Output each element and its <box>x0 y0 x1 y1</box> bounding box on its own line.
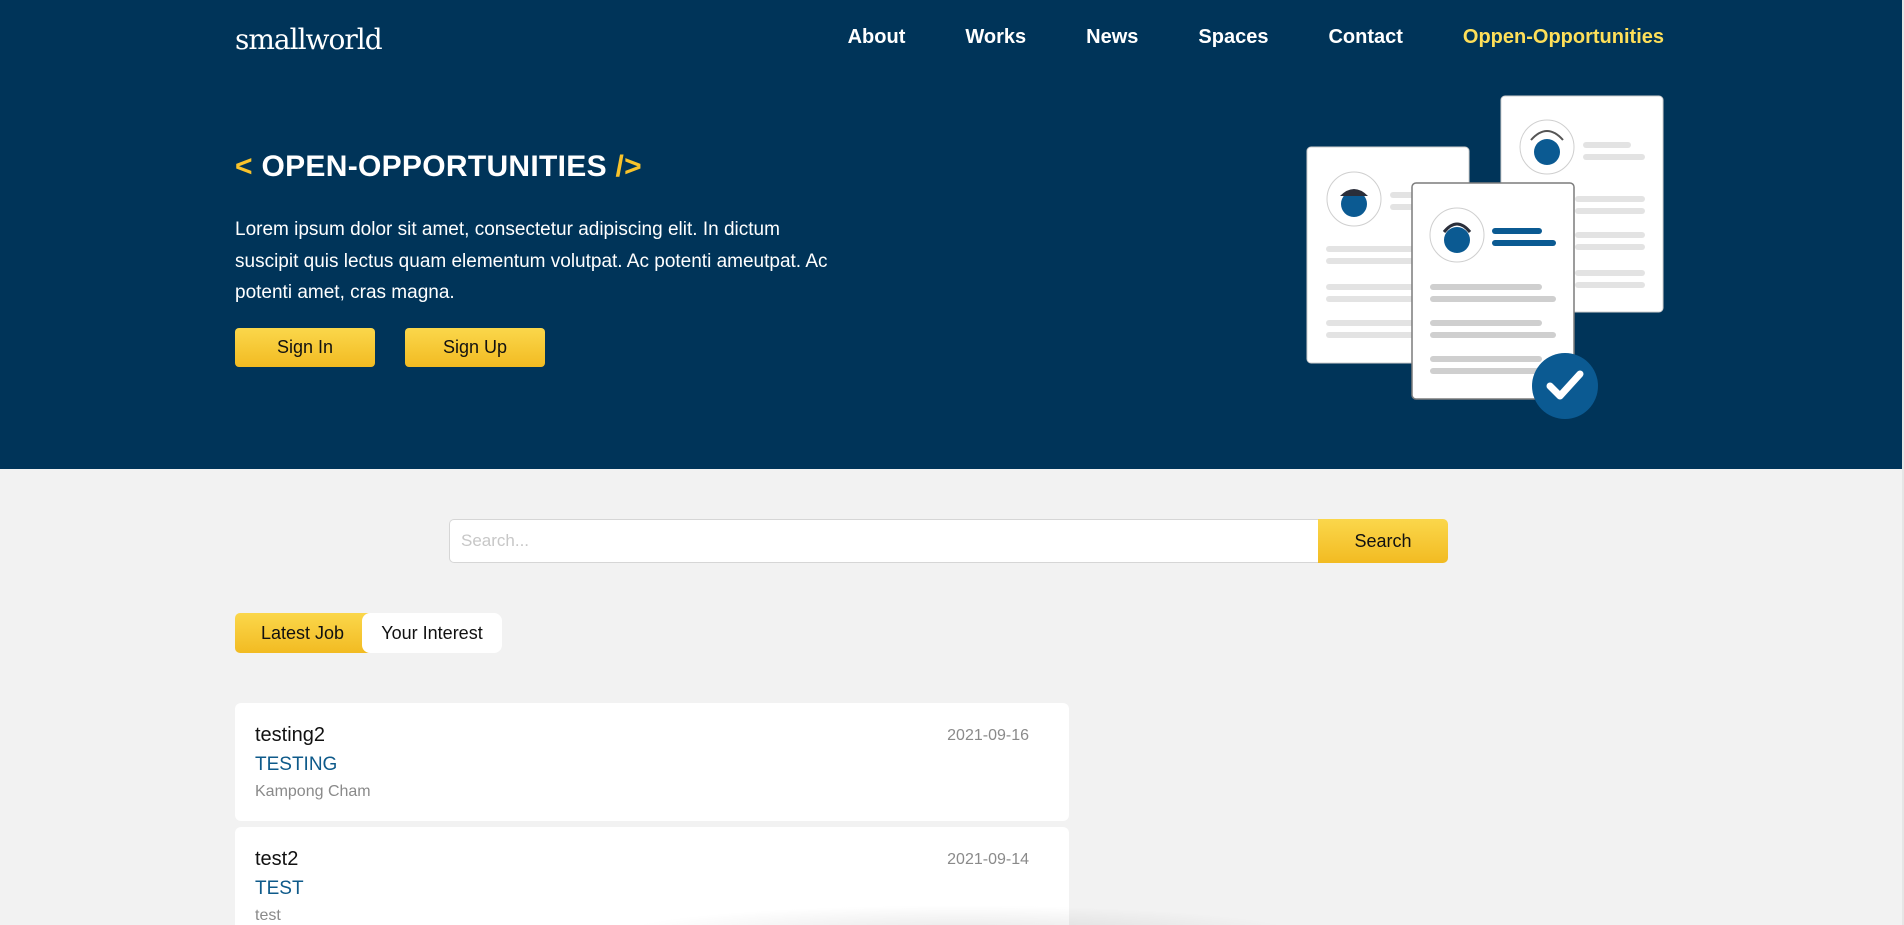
nav-works[interactable]: Works <box>965 24 1026 50</box>
nav-about[interactable]: About <box>848 24 906 50</box>
search-button[interactable]: Search <box>1318 519 1448 563</box>
logo[interactable]: smallworld <box>235 6 383 56</box>
job-tabs: Latest Job Your Interest <box>235 613 502 653</box>
job-location: test <box>255 907 281 924</box>
job-card[interactable]: testing2 2021-09-16 TESTING Kampong Cham <box>235 703 1069 821</box>
job-date: 2021-09-14 <box>947 851 1029 868</box>
title-bracket-close: /> <box>615 150 643 183</box>
sign-up-button[interactable]: Sign Up <box>405 328 545 367</box>
nav-oppen-opportunities[interactable]: Oppen-Opportunities <box>1463 24 1664 50</box>
job-title: test2 <box>255 848 299 870</box>
job-company: TEST <box>255 878 304 899</box>
page-title: < OPEN-OPPORTUNITIES /> <box>235 150 642 184</box>
job-location: Kampong Cham <box>255 783 371 800</box>
main-nav: About Works News Spaces Contact Oppen-Op… <box>788 24 1664 50</box>
sign-in-button[interactable]: Sign In <box>235 328 375 367</box>
tab-your-interest[interactable]: Your Interest <box>362 613 502 653</box>
job-title: testing2 <box>255 724 326 746</box>
job-company: TESTING <box>255 754 338 775</box>
resume-documents-illustration <box>1306 95 1664 419</box>
title-text: OPEN-OPPORTUNITIES <box>261 150 607 183</box>
logo-text: smallworld <box>235 23 383 56</box>
tab-latest-job[interactable]: Latest Job <box>235 613 370 653</box>
nav-news[interactable]: News <box>1086 24 1138 50</box>
check-badge-icon <box>1532 353 1598 419</box>
title-bracket-open: < <box>235 150 253 183</box>
search-input[interactable] <box>449 519 1318 563</box>
search-bar: Search <box>449 519 1448 563</box>
nav-spaces[interactable]: Spaces <box>1198 24 1268 50</box>
hero-description: Lorem ipsum dolor sit amet, consectetur … <box>235 219 828 303</box>
job-card[interactable]: test2 2021-09-14 TEST test <box>235 827 1069 925</box>
nav-contact[interactable]: Contact <box>1328 24 1402 50</box>
job-date: 2021-09-16 <box>947 727 1029 744</box>
